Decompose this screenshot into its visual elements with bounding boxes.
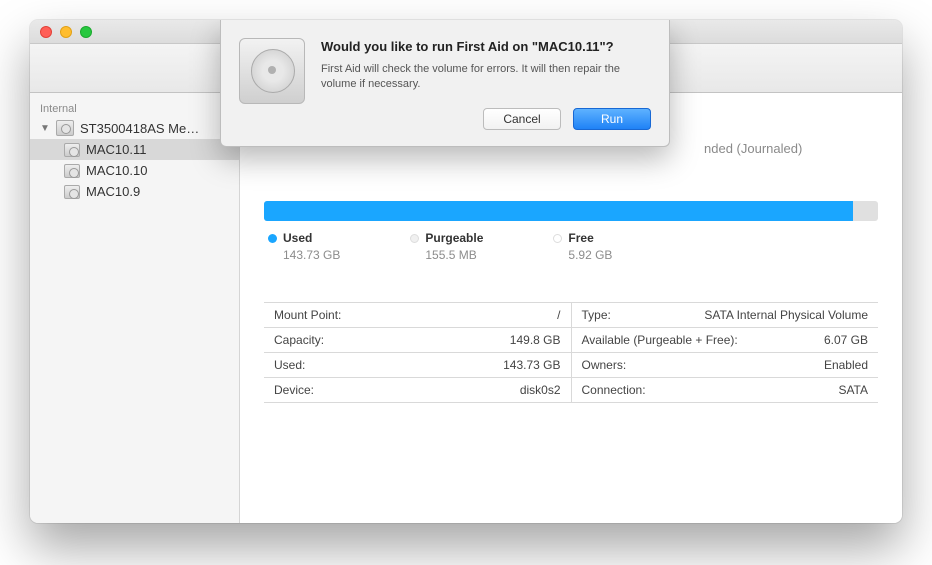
sidebar-volume-mac10-11[interactable]: MAC10.11 [30,139,239,160]
sidebar-volume-mac10-9[interactable]: MAC10.9 [30,181,239,202]
legend-free-value: 5.92 GB [568,248,612,262]
info-row: Available (Purgeable + Free):6.07 GB [572,328,879,353]
usage-legend: Used 143.73 GB Purgeable 155.5 MB Free 5… [264,221,878,262]
info-row: Connection:SATA [572,378,879,403]
usage-bar [264,201,878,221]
info-row: Capacity:149.8 GB [264,328,571,353]
hard-drive-icon [64,185,80,199]
legend-dot-used [268,234,277,243]
legend-dot-free [553,234,562,243]
legend-purgeable-label: Purgeable [425,231,483,245]
info-row: Mount Point:/ [264,303,571,328]
info-row: Used:143.73 GB [264,353,571,378]
main-panel: nded (Journaled) Used 143.73 GB Purgeabl… [240,93,902,523]
hard-drive-large-icon [239,38,305,104]
legend-used-value: 143.73 GB [283,248,340,262]
legend-used-label: Used [283,231,312,245]
info-row: Device:disk0s2 [264,378,571,403]
cancel-button[interactable]: Cancel [483,108,561,130]
sidebar-volume-mac10-10[interactable]: MAC10.10 [30,160,239,181]
usage-fill-used [264,201,853,221]
disclosure-triangle-icon[interactable]: ▼ [40,123,50,134]
first-aid-confirmation-dialog: Would you like to run First Aid on "MAC1… [220,20,670,147]
hard-drive-icon [64,143,80,157]
sidebar-section-header: Internal [30,99,239,117]
dialog-title: Would you like to run First Aid on "MAC1… [321,38,651,56]
legend-purgeable-value: 155.5 MB [425,248,483,262]
volume-info-table: Mount Point:/ Capacity:149.8 GB Used:143… [264,302,878,403]
disk-utility-window: Disk Utility ✚ First Aid ◔ Partition ⌫ E… [30,20,902,523]
legend-dot-purgeable [410,234,419,243]
info-row: Type:SATA Internal Physical Volume [572,303,879,328]
hard-drive-icon [64,164,80,178]
run-button[interactable]: Run [573,108,651,130]
info-row: Owners:Enabled [572,353,879,378]
sidebar-drive-parent[interactable]: ▼ ST3500418AS Me… [30,117,239,139]
legend-free-label: Free [568,231,593,245]
sidebar: Internal ▼ ST3500418AS Me… MAC10.11 MAC1… [30,93,240,523]
hard-drive-icon [56,120,74,136]
dialog-description: First Aid will check the volume for erro… [321,62,651,93]
